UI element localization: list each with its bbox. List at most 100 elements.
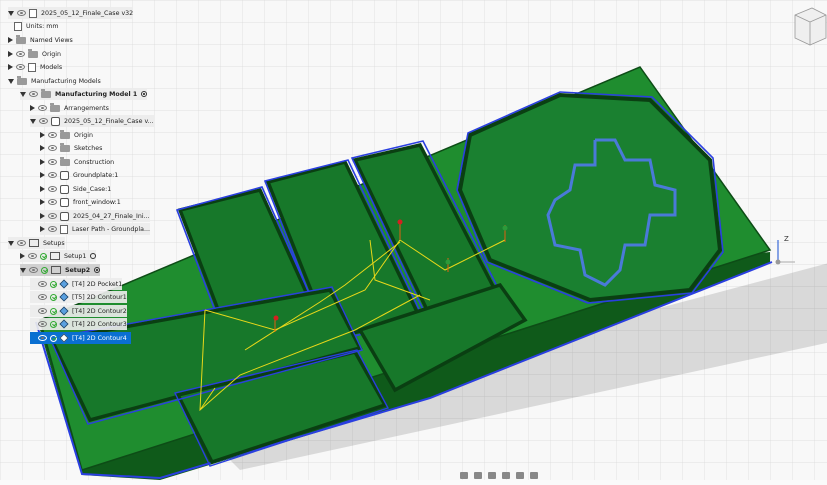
folder-icon xyxy=(60,156,70,166)
valid-check-icon xyxy=(41,266,48,274)
visibility-icon[interactable] xyxy=(48,226,57,232)
valid-check-icon xyxy=(50,280,57,288)
collapse-icon[interactable] xyxy=(8,10,14,16)
tree-label: Side_Case:1 xyxy=(73,185,112,193)
expand-icon[interactable] xyxy=(40,172,45,178)
activate-radio-icon[interactable] xyxy=(90,253,97,259)
expand-icon[interactable] xyxy=(8,51,13,57)
tree-setup2[interactable]: Setup2 xyxy=(20,264,101,276)
tree-op-contour4[interactable]: [T4] 2D Contour4 xyxy=(30,332,131,344)
visibility-icon[interactable] xyxy=(48,213,57,219)
visibility-icon[interactable] xyxy=(48,159,57,165)
visibility-icon[interactable] xyxy=(16,64,25,70)
tree-child-finale-ini[interactable]: 2025_04_27_Finale_Ini... xyxy=(40,210,150,222)
tree-document[interactable]: 2025_05_12_Finale_Case v32 xyxy=(8,7,134,19)
tree-op-contour2[interactable]: [T4] 2D Contour2 xyxy=(30,305,127,317)
orbit-icon[interactable] xyxy=(460,472,468,479)
expand-icon[interactable] xyxy=(40,132,45,138)
view-cube[interactable] xyxy=(794,7,827,46)
expand-icon[interactable] xyxy=(20,253,25,259)
tree-setup1[interactable]: Setup1 xyxy=(20,250,97,262)
visibility-icon[interactable] xyxy=(16,51,25,57)
visibility-icon[interactable] xyxy=(48,199,57,205)
tree-label: Sketches xyxy=(74,144,103,152)
zoom-icon[interactable] xyxy=(488,472,496,479)
tree-label: Origin xyxy=(74,131,94,139)
visibility-icon[interactable] xyxy=(39,118,48,124)
tree-label: Origin xyxy=(42,50,62,58)
active-radio-icon[interactable] xyxy=(94,267,101,273)
axis-z-label: Z xyxy=(784,235,789,243)
pan-icon[interactable] xyxy=(474,472,482,479)
3d-viewport[interactable]: Z xyxy=(0,0,827,480)
expand-icon[interactable] xyxy=(40,226,45,232)
visibility-icon[interactable] xyxy=(48,145,57,151)
expand-icon[interactable] xyxy=(40,199,45,205)
expand-icon[interactable] xyxy=(40,213,45,219)
entry-point xyxy=(397,219,403,225)
visibility-icon[interactable] xyxy=(48,172,57,178)
visibility-icon[interactable] xyxy=(28,253,37,259)
tree-child-laser-path[interactable]: Laser Path - Groundpla... xyxy=(40,223,150,235)
collapse-icon[interactable] xyxy=(8,78,14,84)
expand-icon[interactable] xyxy=(40,159,45,165)
tree-child-groundplate[interactable]: Groundplate:1 xyxy=(40,169,118,181)
viewport-canvas[interactable]: Z xyxy=(0,0,827,480)
tree-op-pocket1[interactable]: [T4] 2D Pocket1 xyxy=(30,278,123,290)
tree-models[interactable]: Models xyxy=(8,61,62,73)
visibility-icon[interactable] xyxy=(48,186,57,192)
visibility-icon[interactable] xyxy=(38,105,47,111)
visibility-icon[interactable] xyxy=(17,240,26,246)
fit-icon[interactable] xyxy=(502,472,510,479)
visibility-icon[interactable] xyxy=(38,308,47,314)
units-icon xyxy=(14,21,22,31)
tree-op-contour3[interactable]: [T4] 2D Contour3 xyxy=(30,318,127,330)
tree-arrangements[interactable]: Arrangements xyxy=(30,102,109,114)
tree-op-contour1[interactable]: [T5] 2D Contour1 xyxy=(30,291,127,303)
tree-label: Manufacturing Models xyxy=(31,77,101,85)
valid-check-icon xyxy=(40,252,47,260)
collapse-icon[interactable] xyxy=(20,91,26,97)
visibility-icon[interactable] xyxy=(29,267,38,273)
expand-icon[interactable] xyxy=(30,105,35,111)
expand-icon[interactable] xyxy=(40,145,45,151)
active-radio-icon[interactable] xyxy=(141,91,148,97)
expand-icon[interactable] xyxy=(8,64,13,70)
visibility-icon[interactable] xyxy=(29,91,38,97)
visibility-icon[interactable] xyxy=(38,281,47,287)
visibility-icon[interactable] xyxy=(48,132,57,138)
collapse-icon[interactable] xyxy=(8,240,14,246)
tree-setups[interactable]: Setups xyxy=(8,237,65,249)
tree-label: [T5] 2D Contour1 xyxy=(72,293,127,301)
tree-label: front_window:1 xyxy=(73,198,121,206)
document-icon xyxy=(29,8,37,18)
tree-manufacturing-model-1[interactable]: Manufacturing Model 1 xyxy=(20,88,148,100)
tree-manufacturing-models[interactable]: Manufacturing Models xyxy=(8,75,101,87)
tree-origin[interactable]: Origin xyxy=(8,48,61,60)
models-icon xyxy=(28,62,36,72)
tree-units[interactable]: Units: mm xyxy=(14,20,59,32)
visibility-icon[interactable] xyxy=(38,294,47,300)
visibility-icon[interactable] xyxy=(17,10,26,16)
tree-component[interactable]: 2025_05_12_Finale_Case v... xyxy=(30,115,154,127)
visibility-icon[interactable] xyxy=(38,335,47,341)
tree-label: Named Views xyxy=(30,36,73,44)
display-settings-icon[interactable] xyxy=(516,472,524,479)
collapse-icon[interactable] xyxy=(30,118,36,124)
tree-child-sketches[interactable]: Sketches xyxy=(40,142,102,154)
tree-child-front-window[interactable]: front_window:1 xyxy=(40,196,121,208)
tree-label: Manufacturing Model 1 xyxy=(55,90,138,98)
tree-label: 2025_05_12_Finale_Case v... xyxy=(64,117,154,125)
tree-child-construction[interactable]: Construction xyxy=(40,156,114,168)
expand-icon[interactable] xyxy=(8,37,13,43)
tree-named-views[interactable]: Named Views xyxy=(8,34,73,46)
expand-icon[interactable] xyxy=(40,186,45,192)
tree-child-side-case[interactable]: Side_Case:1 xyxy=(40,183,111,195)
tree-child-origin[interactable]: Origin xyxy=(40,129,93,141)
collapse-icon[interactable] xyxy=(20,267,26,273)
grid-settings-icon[interactable] xyxy=(530,472,538,479)
visibility-icon[interactable] xyxy=(38,321,47,327)
contour-op-icon xyxy=(59,306,69,316)
